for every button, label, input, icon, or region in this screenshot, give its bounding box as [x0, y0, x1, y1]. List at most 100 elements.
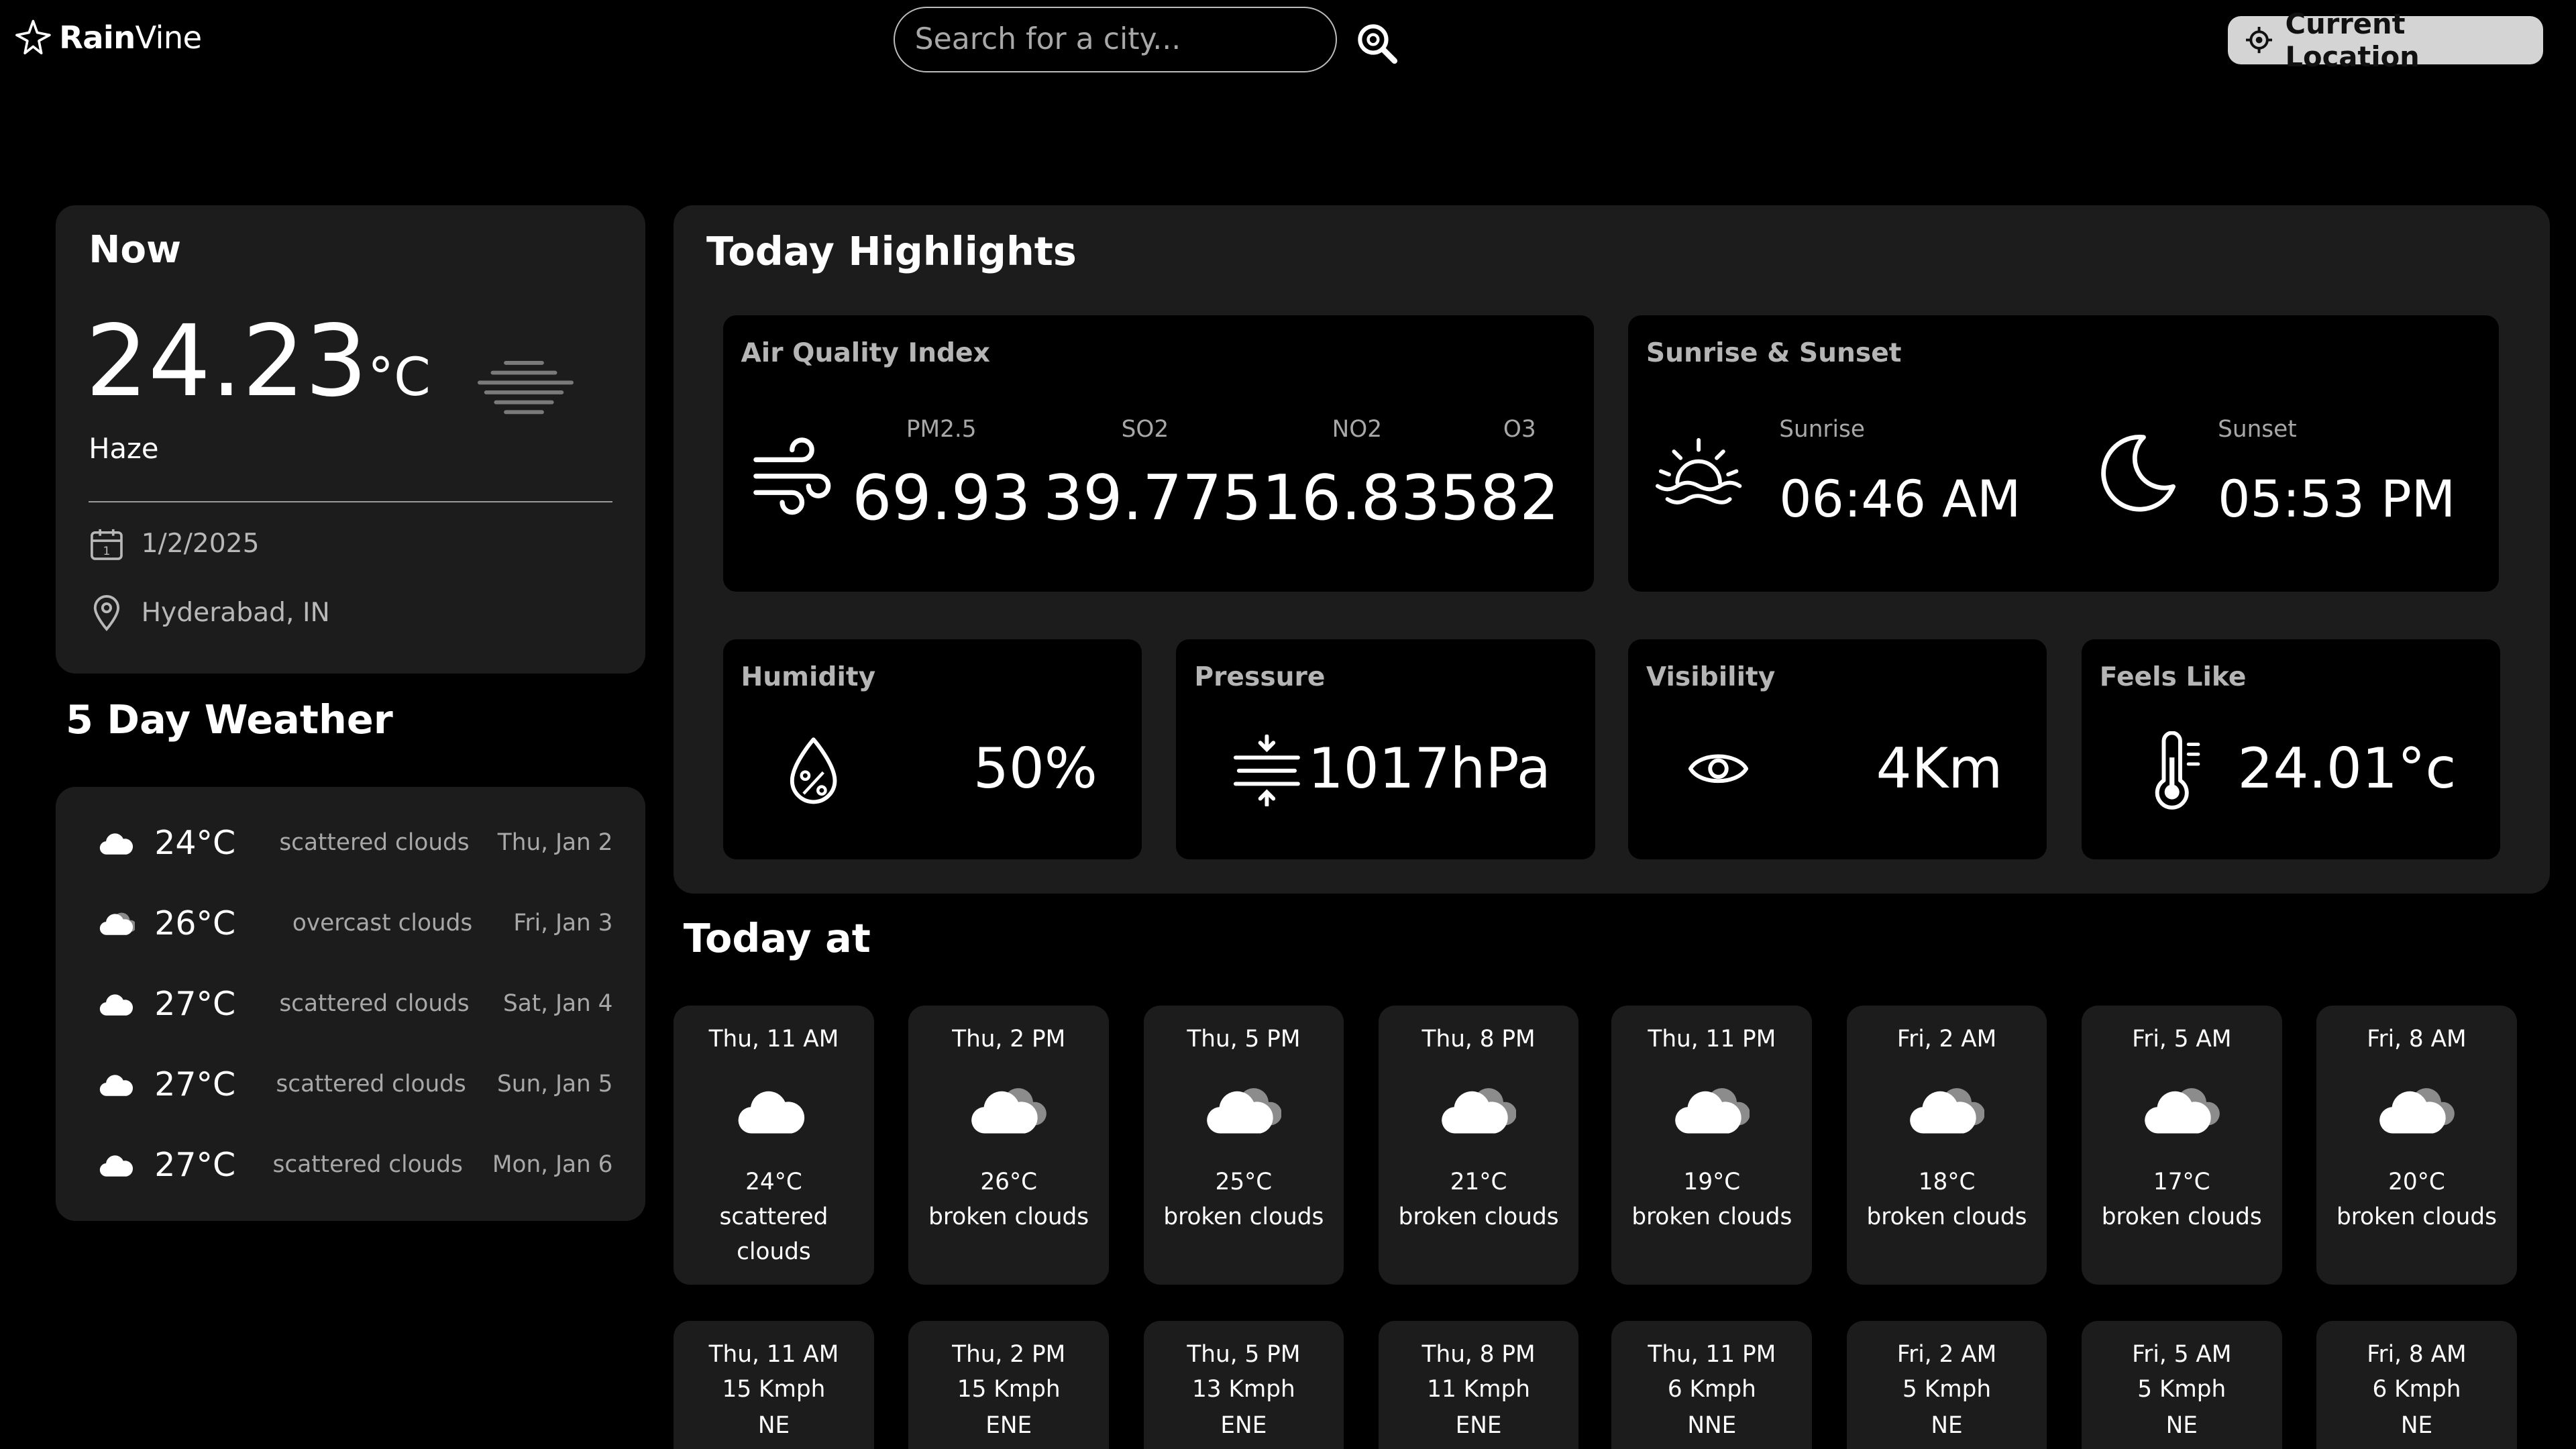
- logo-text-bold: Rain: [59, 19, 136, 56]
- aqi-title: Air Quality Index: [741, 338, 990, 369]
- forecast-desc: scattered clouds: [279, 990, 470, 1018]
- broken-clouds-icon: [971, 1084, 1046, 1136]
- sunset-time: 05:53 PM: [2218, 470, 2456, 529]
- wind-time: Thu, 5 PM: [1187, 1341, 1301, 1368]
- forecast-date: Sat, Jan 4: [502, 990, 613, 1018]
- visibility-value: 4Km: [1876, 736, 2003, 802]
- hourly-card: Thu, 8 PM 21°C broken clouds: [1378, 1005, 1579, 1285]
- hourly-time: Thu, 11 AM: [708, 1026, 839, 1053]
- date-row: 1 1/2/2025: [89, 526, 260, 562]
- eye-icon: [1687, 747, 1750, 790]
- thermometer-icon: [2147, 731, 2206, 810]
- so2-label: SO2: [1121, 415, 1169, 443]
- wind-card: Thu, 11 AM 15 Kmph NE: [674, 1320, 874, 1449]
- wind-time: Fri, 2 AM: [1896, 1341, 1997, 1368]
- wind-speed: 15 Kmph: [957, 1375, 1061, 1403]
- cloud-icon: [99, 991, 135, 1017]
- forecast-row: 24°C scattered clouds Thu, Jan 2: [99, 818, 613, 867]
- forecast-row: 27°C scattered clouds Sat, Jan 4: [99, 979, 613, 1028]
- hourly-desc: scattered clouds: [719, 1203, 828, 1266]
- search-box[interactable]: [894, 6, 1338, 72]
- sunrise-sunset-panel: Sunrise & Sunset Sunrise 06:46 AM Sunset…: [1627, 315, 2499, 592]
- wind-speed: 6 Kmph: [2372, 1375, 2461, 1403]
- hourly-time: Fri, 2 AM: [1896, 1026, 1997, 1053]
- visibility-panel: Visibility 4Km: [1627, 639, 2047, 859]
- today-highlights-card: Today Highlights Air Quality Index PM2.5…: [674, 205, 2550, 894]
- forecast-date: Fri, Jan 3: [513, 910, 613, 937]
- broken-clouds-icon: [1909, 1084, 1985, 1136]
- wind-card: Fri, 8 AM 6 Kmph NE: [2316, 1320, 2517, 1449]
- forecast-date: Mon, Jan 6: [492, 1151, 613, 1179]
- feels-like-panel: Feels Like 24.01°c: [2081, 639, 2501, 859]
- current-temp-unit: °C: [367, 346, 431, 408]
- forecast-temp: 27°C: [154, 1065, 236, 1104]
- so2-value: 39.775: [1043, 462, 1262, 535]
- today-at-title: Today at: [683, 915, 871, 962]
- o3-value: 82: [1480, 462, 1560, 535]
- forecast-temp: 27°C: [154, 1145, 236, 1184]
- forecast-temp: 24°C: [154, 823, 236, 862]
- current-condition: Haze: [89, 432, 159, 466]
- hourly-desc: broken clouds: [2336, 1203, 2497, 1230]
- logo-text: Vine: [135, 19, 202, 56]
- hourly-card: Thu, 2 PM 26°C broken clouds: [908, 1005, 1110, 1285]
- wind-direction: ENE: [1455, 1411, 1502, 1439]
- forecast-desc: scattered clouds: [276, 1071, 466, 1098]
- cloud-icon: [99, 830, 135, 856]
- hourly-time: Thu, 2 PM: [952, 1026, 1066, 1053]
- broken-clouds-icon: [1206, 1084, 1282, 1136]
- haze-icon: [476, 360, 575, 419]
- hourly-desc: broken clouds: [1866, 1203, 2027, 1230]
- search-button[interactable]: [1355, 21, 1401, 68]
- hourly-card: Thu, 11 PM 19°C broken clouds: [1611, 1005, 1813, 1285]
- hourly-desc: broken clouds: [1631, 1203, 1792, 1230]
- wind-direction: NE: [757, 1411, 790, 1439]
- humidity-icon: [786, 735, 841, 807]
- forecast-date: Thu, Jan 2: [497, 829, 613, 857]
- calendar-icon: 1: [89, 526, 125, 562]
- highlights-title: Today Highlights: [706, 228, 1077, 275]
- pressure-value: 1017hPa: [1307, 736, 1551, 802]
- o3-label: O3: [1503, 415, 1536, 443]
- feels-like-title: Feels Like: [2099, 661, 2247, 692]
- forecast-temp: 27°C: [154, 984, 236, 1023]
- hourly-card: Fri, 2 AM 18°C broken clouds: [1846, 1005, 2047, 1285]
- sunset-label: Sunset: [2218, 415, 2297, 443]
- forecast-desc: scattered clouds: [272, 1151, 463, 1179]
- visibility-title: Visibility: [1646, 661, 1776, 692]
- wind-direction: ENE: [985, 1411, 1032, 1439]
- current-location: Hyderabad, IN: [141, 597, 330, 628]
- hourly-card: Thu, 11 AM 24°C scattered clouds: [674, 1005, 874, 1285]
- logo[interactable]: Rain Vine: [13, 19, 202, 56]
- humidity-panel: Humidity 50%: [722, 639, 1142, 859]
- search-input[interactable]: [911, 20, 1313, 58]
- forecast-date: Sun, Jan 5: [496, 1071, 613, 1098]
- sunrise-icon: [1654, 437, 1743, 509]
- pressure-title: Pressure: [1194, 661, 1326, 692]
- wind-time: Thu, 11 PM: [1648, 1341, 1776, 1368]
- top-bar: RainVine Current Location: [0, 0, 2576, 82]
- wind-icon: [753, 437, 835, 516]
- current-location-button[interactable]: Current Location: [2227, 7, 2544, 73]
- current-temp-value: 24.23: [85, 303, 368, 419]
- divider: [89, 500, 613, 503]
- wind-speed: 6 Kmph: [1667, 1375, 1756, 1403]
- location-pin-icon: [89, 593, 125, 633]
- hourly-time: Thu, 11 PM: [1648, 1026, 1776, 1053]
- air-quality-panel: Air Quality Index PM2.5 69.93 SO2 39.775…: [722, 315, 1594, 592]
- pm25-value: 69.93: [852, 462, 1031, 535]
- wind-time: Thu, 11 AM: [708, 1341, 839, 1368]
- wind-card: Thu, 5 PM 13 Kmph ENE: [1143, 1320, 1344, 1449]
- cloud-icon: [99, 1152, 135, 1178]
- hourly-temp: 25°C: [1215, 1169, 1273, 1196]
- hourly-temp: 26°C: [980, 1169, 1038, 1196]
- sun-title: Sunrise & Sunset: [1646, 338, 1902, 369]
- sunrise-time: 06:46 AM: [1779, 470, 2021, 529]
- hourly-desc: broken clouds: [1398, 1203, 1559, 1230]
- wind-time: Fri, 5 AM: [2132, 1341, 2232, 1368]
- broken-clouds-icon: [1674, 1084, 1750, 1136]
- forecast-row: 27°C scattered clouds Sun, Jan 5: [99, 1060, 613, 1109]
- moon-icon: [2094, 431, 2180, 516]
- current-weather-card: Now 24.23°C Haze 1 1/2/2025 Hyderabad, I…: [56, 205, 646, 674]
- wind-direction: NE: [2165, 1411, 2198, 1439]
